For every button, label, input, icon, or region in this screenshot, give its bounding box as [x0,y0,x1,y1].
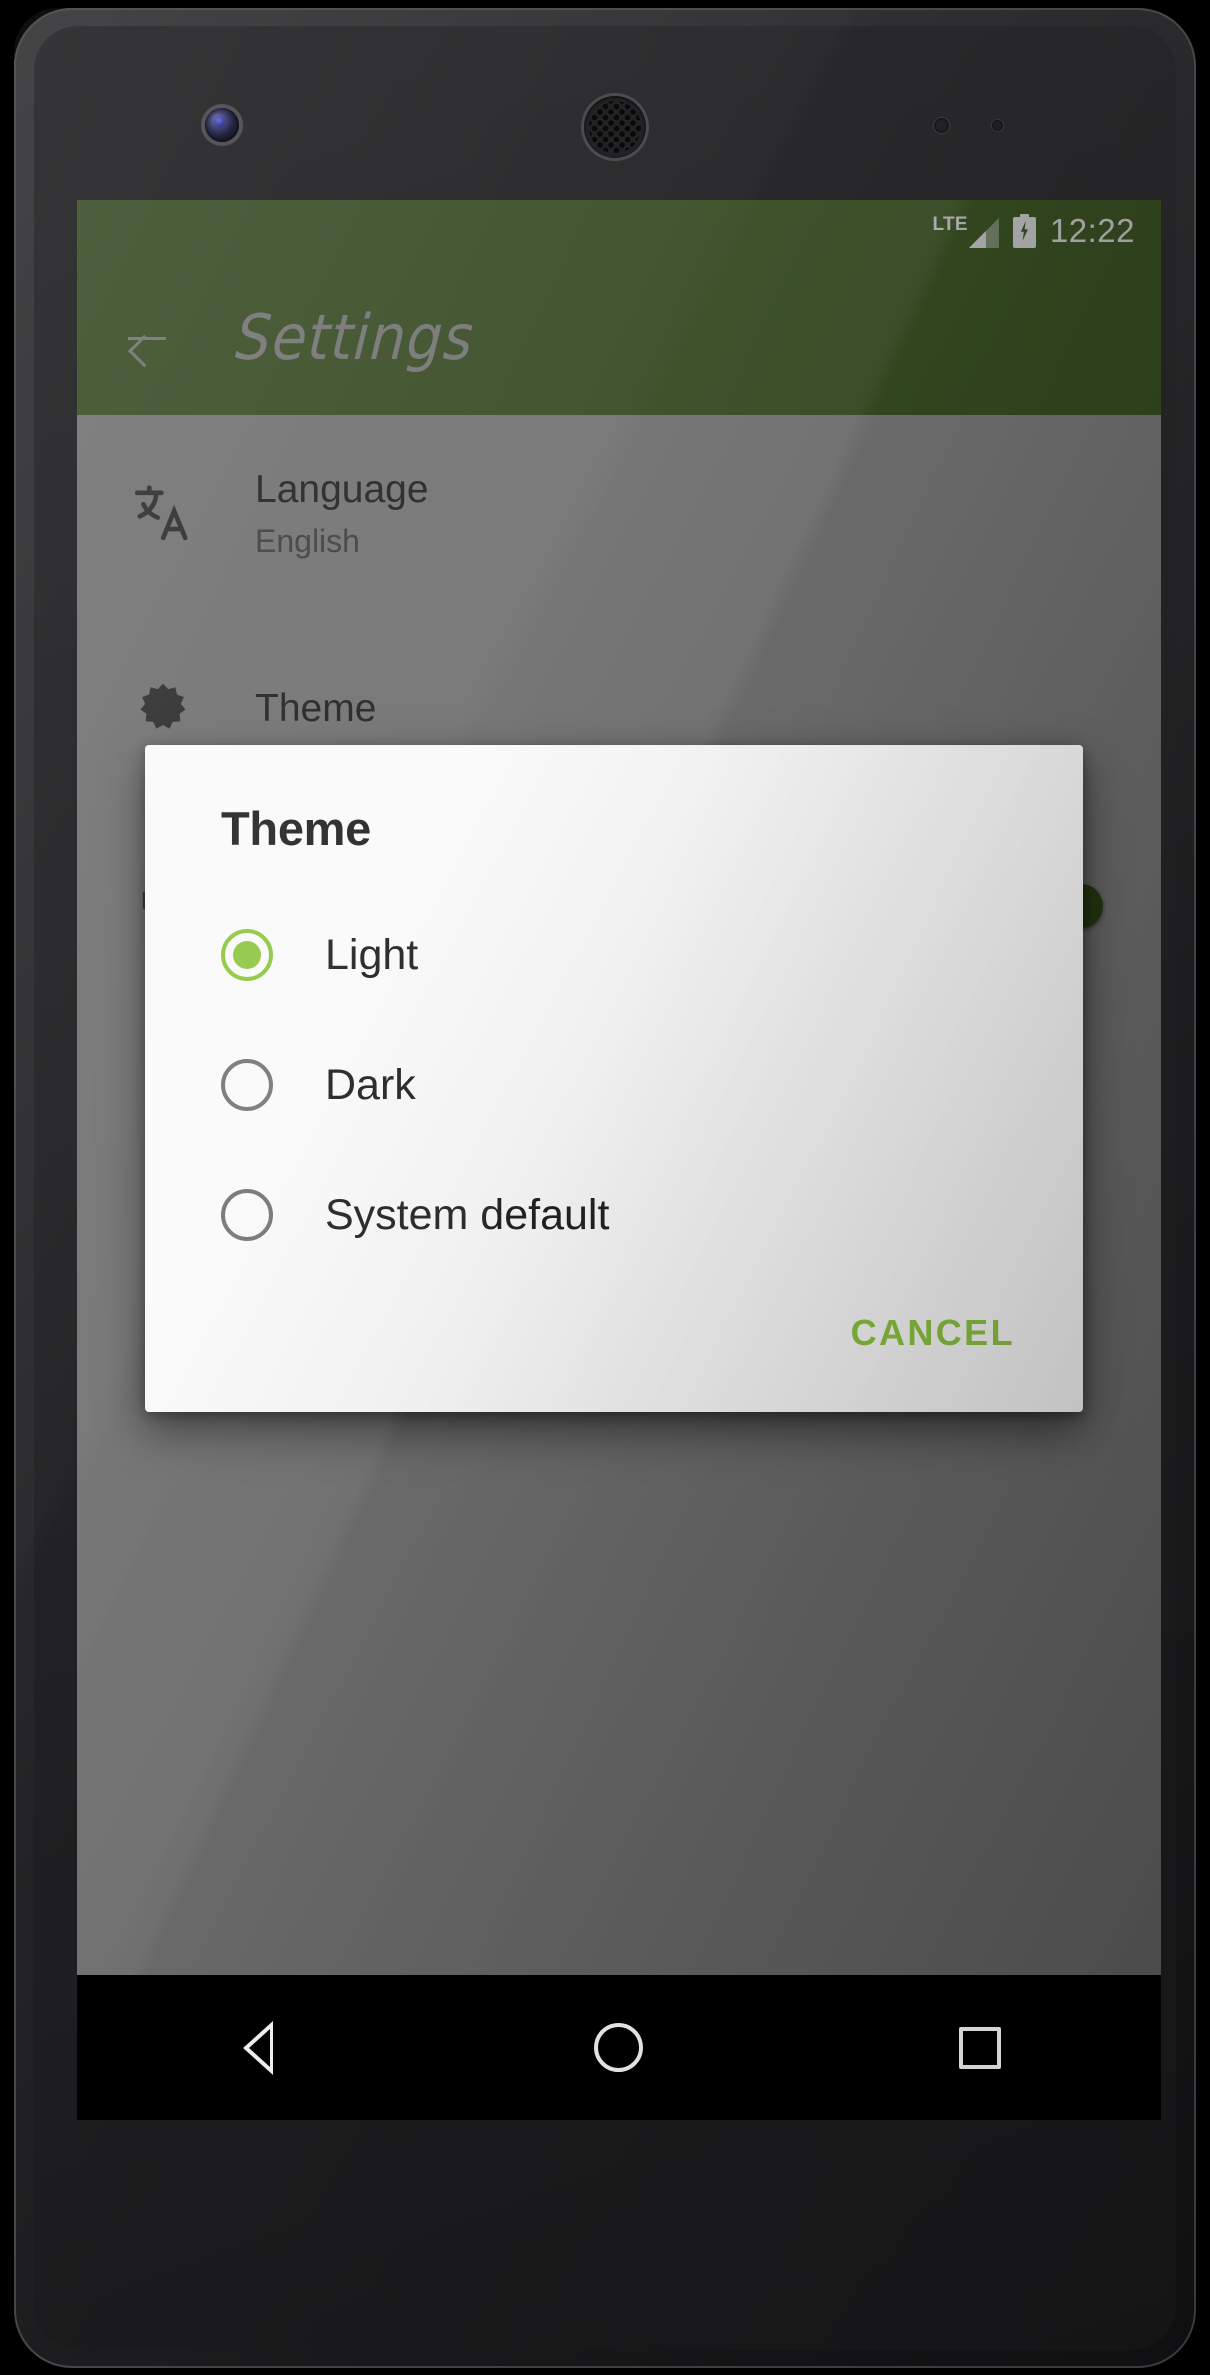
light-sensor-icon [992,120,1003,131]
radio-option-system-default[interactable]: System default [145,1150,1083,1280]
radio-button-selected-icon[interactable] [221,929,273,981]
radio-option-label: Dark [325,1060,416,1109]
radio-option-dark[interactable]: Dark [145,1020,1083,1150]
navigation-bar [77,1975,1161,2120]
dialog-actions: CANCEL [145,1280,1083,1412]
nav-back-triangle-icon [242,2020,273,2075]
radio-button-icon[interactable] [221,1059,273,1111]
theme-dialog: Theme Light Dark System default CANCEL [145,745,1083,1412]
nav-home-button[interactable] [544,1975,694,2120]
radio-option-light[interactable]: Light [145,890,1083,1020]
nav-recents-square-icon [959,2026,1002,2069]
front-camera-icon [205,108,239,142]
phone-device-frame: LTE 12:22 Settings Language English Them… [14,8,1196,2368]
cancel-button[interactable]: CANCEL [829,1298,1037,1368]
radio-option-label: Light [325,930,419,979]
earpiece-speaker-icon [584,96,646,158]
dialog-title: Theme [221,802,371,855]
nav-back-button[interactable] [183,1975,333,2120]
phone-screen: LTE 12:22 Settings Language English Them… [77,200,1161,2120]
nav-recents-button[interactable] [905,1975,1055,2120]
proximity-sensor-icon [934,118,949,133]
radio-button-icon[interactable] [221,1189,273,1241]
radio-option-label: System default [325,1190,610,1239]
nav-home-circle-icon [594,2023,644,2072]
